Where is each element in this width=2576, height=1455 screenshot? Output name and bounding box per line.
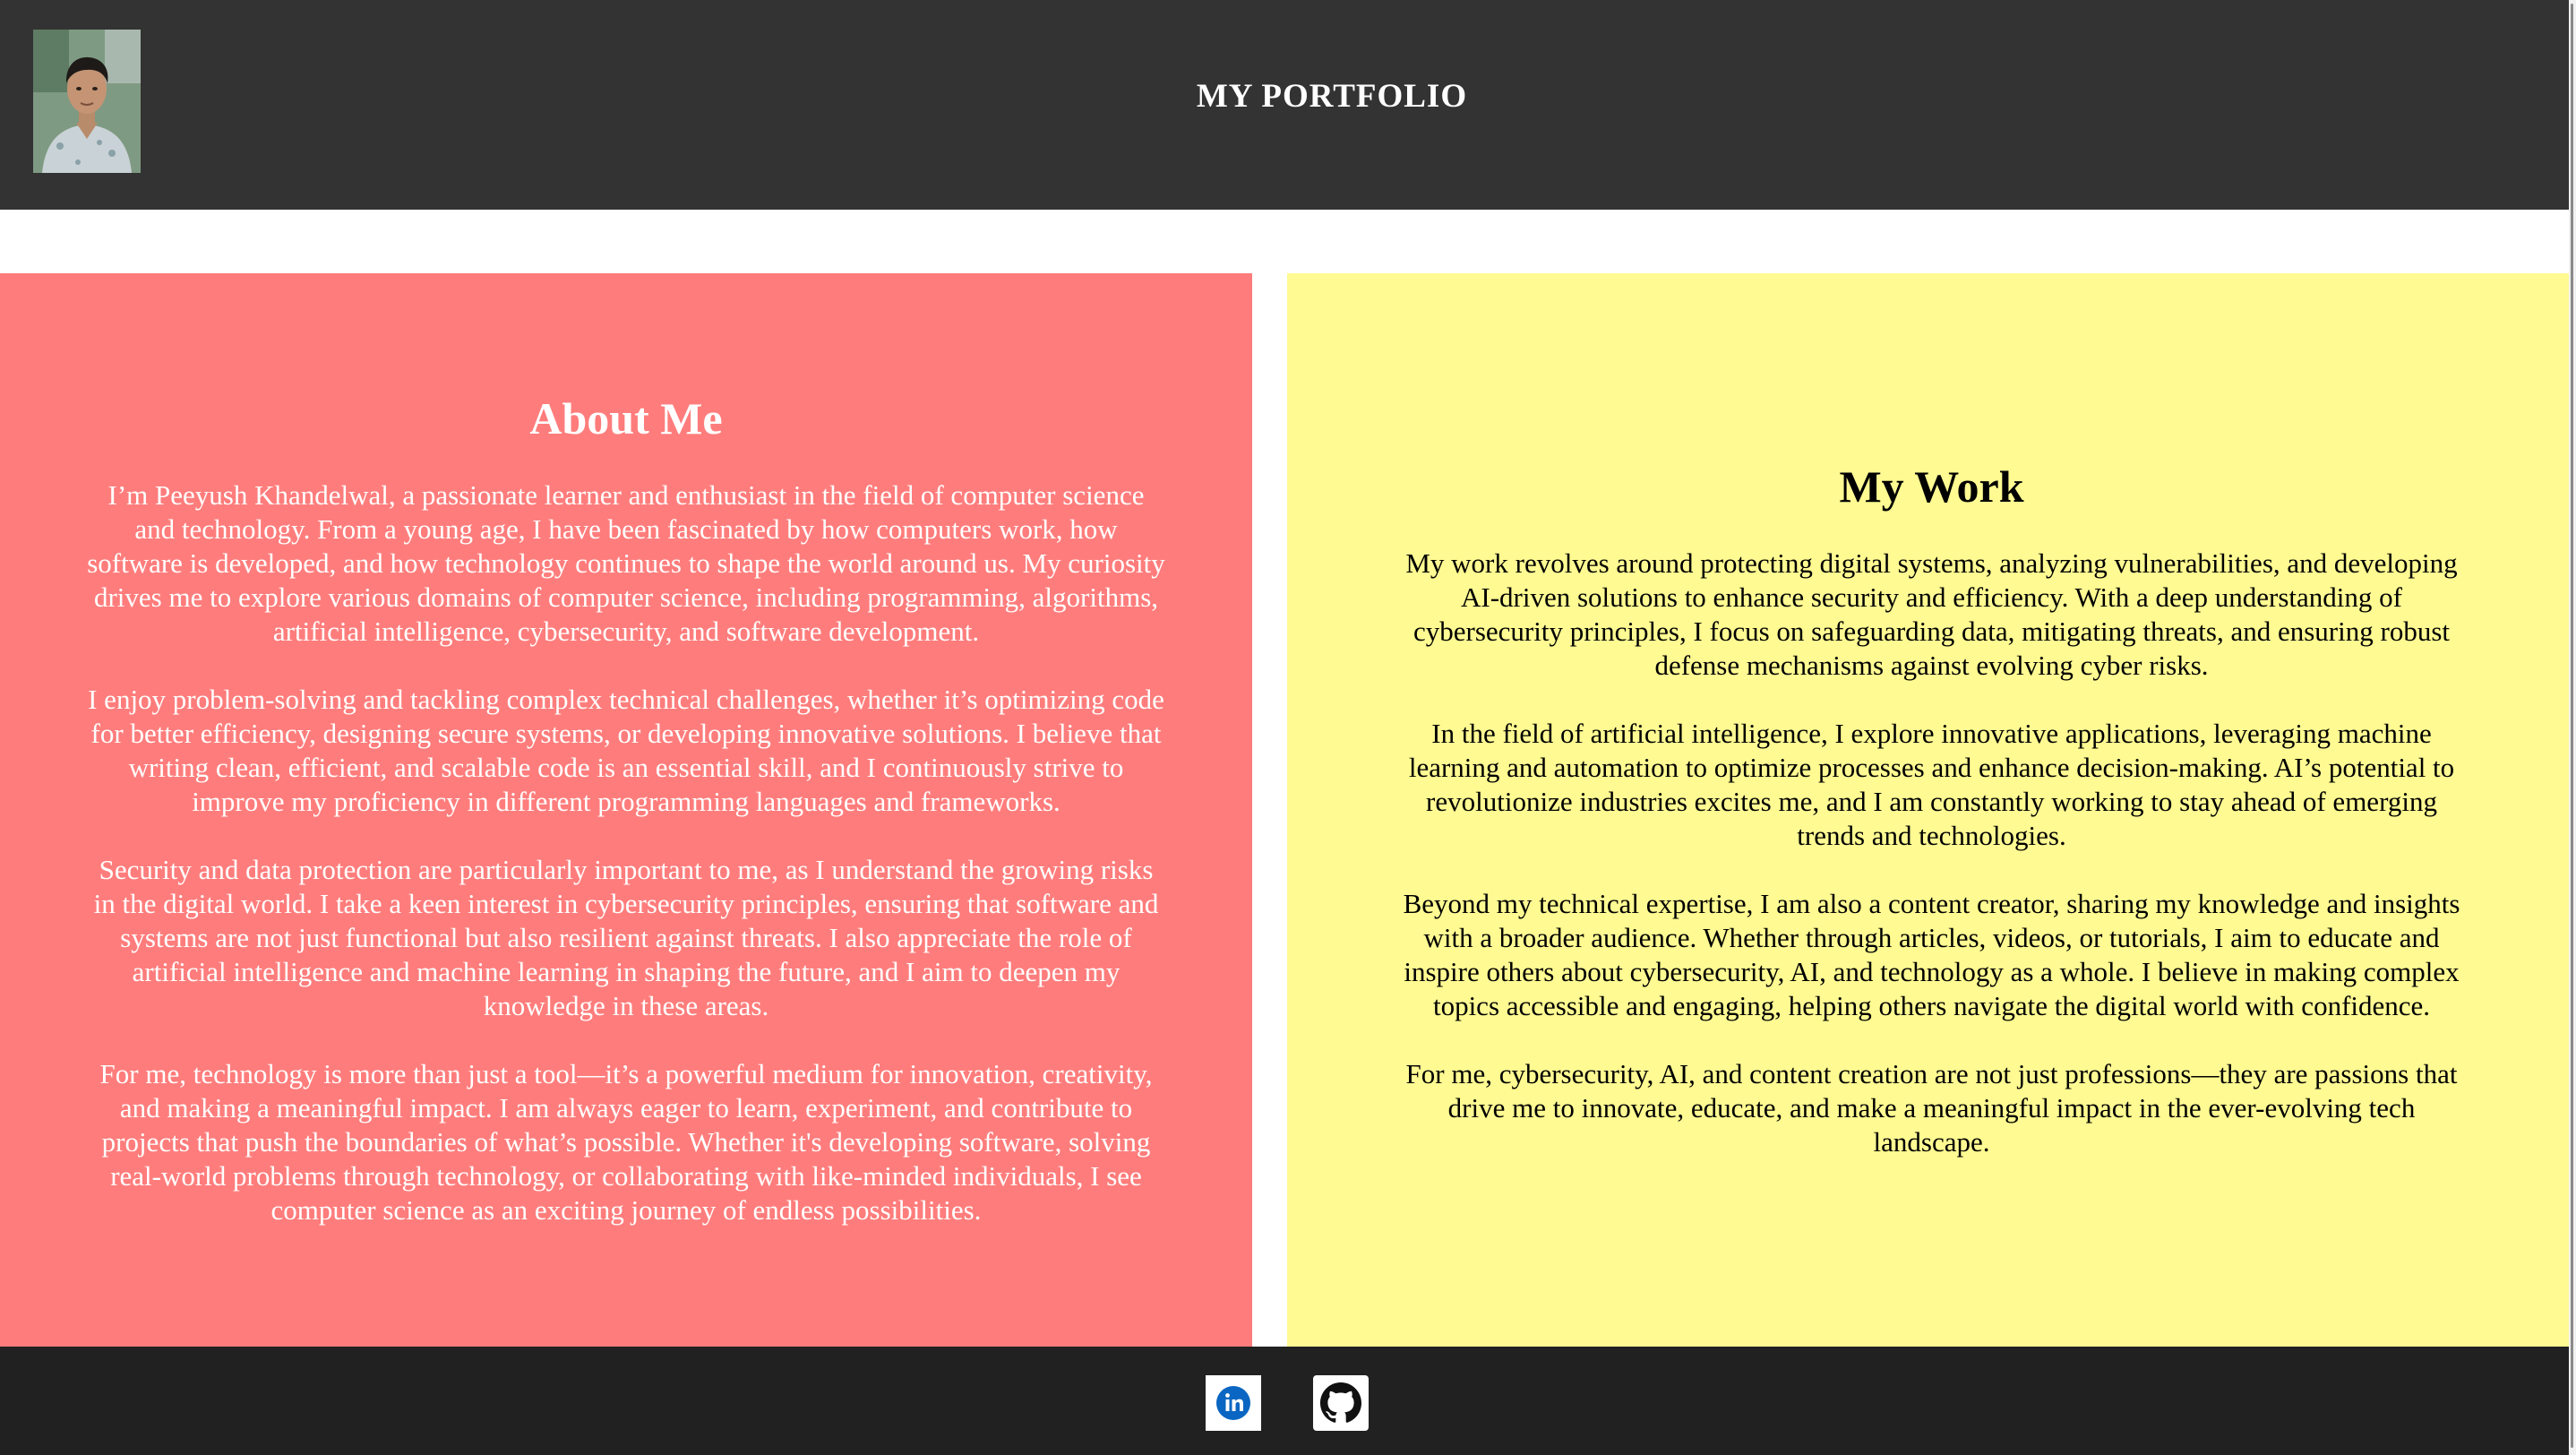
vertical-scrollbar[interactable] [2569, 0, 2576, 1455]
work-paragraph: In the field of artificial intelligence,… [1408, 718, 2455, 851]
work-paragraph: Beyond my technical expertise, I am also… [1403, 888, 2460, 1021]
my-work-heading: My Work [1839, 461, 2024, 512]
about-me-section: About Me I’m Peeyush Khandelwal, a passi… [0, 273, 1252, 1347]
about-paragraph: For me, technology is more than just a t… [99, 1058, 1153, 1226]
github-link[interactable] [1313, 1375, 1369, 1431]
portfolio-page: MY PORTFOLIO About Me I’m Peeyush Khande… [0, 0, 2576, 1455]
github-icon [1313, 1375, 1369, 1431]
site-title: MY PORTFOLIO [1196, 78, 1468, 115]
about-paragraph: I enjoy problem-solving and tackling com… [88, 684, 1164, 817]
linkedin-link[interactable] [1206, 1375, 1261, 1431]
work-paragraph: My work revolves around protecting digit… [1405, 547, 2458, 681]
site-header: MY PORTFOLIO [0, 0, 2576, 210]
about-me-heading: About Me [529, 393, 723, 443]
site-footer [0, 1347, 2576, 1455]
scrollbar-thumb[interactable] [2571, 4, 2573, 1448]
my-work-section: My Work My work revolves around protecti… [1287, 273, 2576, 1347]
work-paragraph: For me, cybersecurity, AI, and content c… [1405, 1058, 2458, 1158]
about-paragraph: I’m Peeyush Khandelwal, a passionate lea… [87, 479, 1165, 647]
linkedin-icon [1206, 1375, 1261, 1431]
about-paragraph: Security and data protection are particu… [93, 854, 1159, 1021]
